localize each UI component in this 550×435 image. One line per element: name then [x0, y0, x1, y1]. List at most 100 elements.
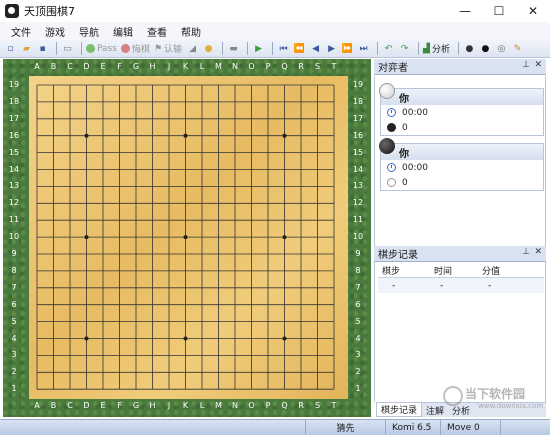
minimize-button[interactable]: — — [448, 0, 482, 22]
menu-bar: 文件 游戏 导航 编辑 查看 帮助 — [0, 22, 550, 40]
new-file-icon[interactable]: ▫ — [4, 42, 17, 55]
resign-icon: ⚑ — [153, 43, 163, 54]
row-label: 19 — [8, 80, 20, 89]
pencil-icon[interactable]: ✎ — [511, 42, 524, 55]
tab-move-record[interactable]: 棋步记录 — [376, 403, 423, 417]
magnifier-icon[interactable]: ◎ — [495, 42, 508, 55]
menu-view[interactable]: 查看 — [140, 24, 174, 39]
menu-edit[interactable]: 编辑 — [106, 24, 140, 39]
analysis-chart-icon: ▟ — [423, 43, 430, 54]
row-label: 1 — [11, 384, 17, 394]
column-label: H — [149, 401, 156, 410]
tab-annotation[interactable]: 注解 — [422, 403, 448, 417]
board-grid[interactable] — [29, 76, 348, 399]
column-header-move[interactable]: 棋步 — [378, 264, 430, 277]
column-label: G — [132, 62, 140, 71]
black-stone-icon[interactable]: ● — [479, 42, 492, 55]
column-label: M — [215, 401, 222, 410]
forward-ten-icon[interactable]: ⏩ — [341, 42, 354, 55]
column-label: J — [167, 401, 171, 410]
column-label: R — [298, 401, 304, 410]
resign-button[interactable]: ⚑ 认输 — [153, 42, 183, 56]
row-label: 7 — [11, 282, 17, 292]
row-label: 5 — [11, 316, 17, 326]
pin-icon[interactable]: ⊥ — [522, 247, 530, 257]
redo-arrow-icon[interactable]: ↷ — [398, 42, 411, 55]
row-label: 18 — [352, 96, 364, 106]
forward-one-icon[interactable]: ▶ — [325, 42, 338, 55]
column-label: Q — [281, 62, 288, 71]
column-label: K — [182, 401, 189, 410]
row-label: 15 — [8, 147, 20, 157]
eraser-icon[interactable]: ◢ — [186, 42, 199, 55]
column-label: P — [265, 62, 271, 71]
first-move-icon[interactable]: ⏮ — [277, 42, 290, 55]
undo-arrow-icon[interactable]: ↶ — [382, 42, 395, 55]
print-icon[interactable]: ▭ — [61, 42, 74, 55]
star-point — [84, 133, 89, 138]
row-label: 9 — [11, 249, 17, 258]
hint-bulb-icon[interactable]: ● — [202, 42, 215, 55]
last-move-icon[interactable]: ⏭ — [357, 42, 370, 55]
moves-panel-header: 棋步记录 ⊥ ✕ — [374, 246, 546, 262]
row-label: 18 — [8, 96, 20, 106]
toolbar-divider — [418, 42, 420, 55]
pin-icon[interactable]: ⊥ — [522, 60, 530, 70]
row-label: 12 — [352, 198, 364, 208]
clock-icon — [387, 163, 396, 172]
row-label: 15 — [352, 147, 364, 157]
close-icon[interactable]: ✕ — [534, 60, 542, 70]
close-icon[interactable]: ✕ — [534, 247, 542, 257]
watermark-logo-icon — [443, 386, 463, 406]
save-icon[interactable]: ▪ — [36, 42, 49, 55]
pass-icon — [86, 44, 95, 53]
menu-file[interactable]: 文件 — [4, 24, 38, 39]
column-label: L — [199, 62, 205, 71]
menu-help[interactable]: 帮助 — [174, 24, 208, 39]
table-row[interactable]: - - - — [378, 278, 544, 293]
black-captures-row: 0 — [381, 175, 543, 190]
column-label: O — [248, 62, 255, 71]
undo-icon — [120, 44, 130, 53]
row-label: 1 — [355, 384, 361, 394]
captured-stone-icon — [387, 178, 396, 187]
menu-navigate[interactable]: 导航 — [72, 24, 106, 39]
maximize-button[interactable]: ☐ — [482, 0, 516, 22]
star-point — [84, 235, 89, 240]
watermark-text: 当下软件园 — [465, 387, 526, 401]
board-area: ABCDEFGHJKLMNOPQRST ABCDEFGHJKLMNOPQRST … — [3, 59, 371, 417]
menu-game[interactable]: 游戏 — [38, 24, 72, 39]
resign-label: 认输 — [164, 45, 183, 55]
row-label: 16 — [8, 130, 20, 140]
score-icon[interactable]: ▬ — [227, 42, 240, 55]
column-label: R — [298, 62, 304, 71]
pass-button[interactable]: Pass — [86, 44, 117, 54]
analysis-button[interactable]: ▟ 分析 — [423, 42, 450, 56]
back-ten-icon[interactable]: ⏪ — [293, 42, 306, 55]
column-header-score[interactable]: 分值 — [478, 264, 522, 277]
row-label: 17 — [352, 113, 364, 123]
row-label: 7 — [355, 282, 361, 292]
play-icon[interactable]: ▶ — [252, 42, 265, 55]
row-label: 5 — [355, 316, 361, 326]
stones-icon[interactable]: ● — [463, 42, 476, 55]
back-one-icon[interactable]: ◀ — [309, 42, 322, 55]
close-button[interactable]: ✕ — [516, 0, 550, 22]
column-label: S — [314, 62, 321, 71]
undo-button[interactable]: 悔棋 — [120, 42, 150, 55]
row-label: 13 — [8, 181, 20, 191]
row-label: 12 — [8, 198, 20, 208]
undo-label: 悔棋 — [131, 45, 150, 55]
column-header-time[interactable]: 时间 — [430, 264, 478, 277]
row-label: 2 — [355, 367, 361, 377]
open-folder-icon[interactable]: ▰ — [20, 42, 33, 55]
star-point — [282, 133, 287, 138]
toolbar-divider — [457, 42, 459, 55]
column-label: E — [100, 401, 106, 410]
status-empty — [500, 420, 550, 435]
row-label: 8 — [11, 265, 17, 275]
column-label: P — [265, 401, 271, 410]
go-board[interactable] — [29, 76, 348, 399]
status-mode: 猜先 — [305, 420, 385, 435]
toolbar-divider — [247, 42, 249, 55]
